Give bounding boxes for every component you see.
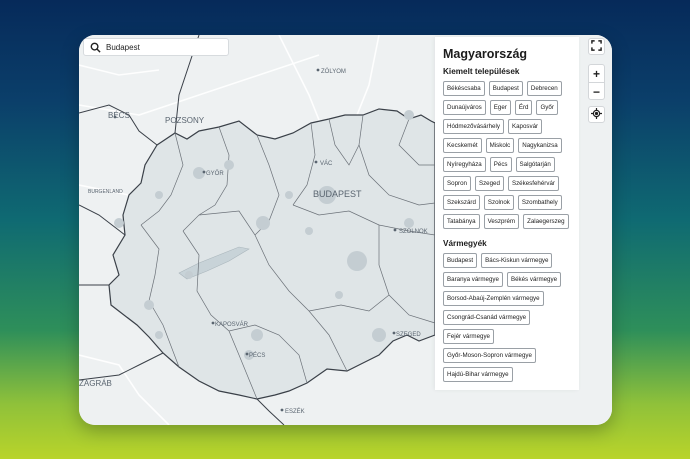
settlement-chip[interactable]: Kecskemét	[443, 138, 482, 153]
counties-list: Budapest Bács-Kiskun vármegye Baranya várm…	[443, 253, 572, 382]
settlement-chip[interactable]: Debrecen	[526, 81, 562, 96]
settlement-chip[interactable]: Sopron	[443, 176, 471, 191]
settlement-chip[interactable]: Tatabánya	[443, 214, 480, 229]
search-box[interactable]	[83, 38, 229, 56]
settlement-chip[interactable]: Nagykanizsa	[518, 138, 562, 153]
map-label-szeged: SZEGED	[396, 332, 421, 338]
settlement-chip[interactable]: Szekszárd	[443, 195, 480, 210]
map-label-becs: BÉCS	[108, 111, 130, 120]
locate-button[interactable]	[588, 106, 605, 123]
map-label-zolyom: ZÓLYOM	[321, 68, 346, 75]
map-label-eszek: ESZÉK	[285, 408, 305, 415]
county-chip[interactable]: Csongrád-Csanád vármegye	[443, 310, 531, 325]
zoom-in-button[interactable]: +	[589, 65, 604, 82]
county-chip[interactable]: Budapest	[443, 253, 478, 268]
zoom-controls: + −	[588, 64, 605, 100]
map-label-zagrab: ZÁGRÁB	[79, 379, 112, 388]
settlement-chip[interactable]: Győr	[536, 100, 558, 115]
fullscreen-button[interactable]	[588, 38, 605, 55]
settlement-chip[interactable]: Veszprém	[483, 214, 520, 229]
settlement-chip[interactable]: Miskolc	[485, 138, 515, 153]
county-chip[interactable]: Békés vármegye	[506, 272, 562, 287]
settlement-chip[interactable]: Pécs	[489, 157, 512, 172]
settlement-chip[interactable]: Nyíregyháza	[443, 157, 486, 172]
settlements-heading: Kiemelt települések	[443, 67, 520, 76]
locate-icon	[591, 107, 602, 122]
map-label-budapest: BUDAPEST	[313, 189, 362, 199]
map-label-szolnok: SZOLNOK	[399, 229, 428, 235]
settlement-chip[interactable]: Érd	[514, 100, 533, 115]
county-chip[interactable]: Bács-Kiskun vármegye	[481, 253, 553, 268]
search-icon	[87, 39, 103, 55]
zoom-out-button[interactable]: −	[589, 83, 604, 100]
map-label-pecs: PÉCS	[249, 352, 265, 359]
settlement-chip[interactable]: Dunaújváros	[443, 100, 486, 115]
info-panel: Magyarország Kiemelt települések Békéscs…	[435, 37, 579, 390]
settlement-chip[interactable]: Salgótarján	[515, 157, 555, 172]
panel-title: Magyarország	[443, 47, 528, 61]
settlement-chip[interactable]: Békéscsaba	[443, 81, 485, 96]
settlement-chip[interactable]: Zalaegerszeg	[523, 214, 569, 229]
settlement-chip[interactable]: Székesfehérvár	[507, 176, 559, 191]
settlements-list: Békéscsaba Budapest Debrecen Dunaújváros Ege…	[443, 81, 572, 229]
map-label-burgenland: BURGENLAND	[88, 189, 123, 195]
settlement-chip[interactable]: Budapest	[488, 81, 523, 96]
settlement-chip[interactable]: Szolnok	[483, 195, 514, 210]
county-chip[interactable]: Baranya vármegye	[443, 272, 503, 287]
county-chip[interactable]: Győr-Moson-Sopron vármegye	[443, 348, 536, 363]
map-label-kaposvar: KAPOSVÁR	[215, 321, 249, 328]
settlement-chip[interactable]: Kaposvár	[507, 119, 543, 134]
settlement-chip[interactable]: Eger	[489, 100, 511, 115]
fullscreen-icon	[591, 39, 602, 54]
settlement-chip[interactable]: Szombathely	[517, 195, 562, 210]
search-input[interactable]	[103, 42, 224, 52]
map-label-pozsony: POZSONY	[165, 116, 205, 125]
map-card: BÉCS POZSONY ZÓLYOM VÁC GYŐR BUDAPEST BU…	[79, 35, 612, 425]
county-chip[interactable]: Hajdú-Bihar vármegye	[443, 367, 513, 382]
county-chip[interactable]: Borsod-Abaúj-Zemplén vármegye	[443, 291, 544, 306]
counties-heading: Vármegyék	[443, 239, 487, 248]
settlement-chip[interactable]: Szeged	[474, 176, 504, 191]
map-label-vac: VÁC	[320, 160, 333, 167]
map-label-gyor: GYŐR	[206, 170, 224, 177]
county-chip[interactable]: Fejér vármegye	[443, 329, 494, 344]
settlement-chip[interactable]: Hódmezővásárhely	[443, 119, 504, 134]
